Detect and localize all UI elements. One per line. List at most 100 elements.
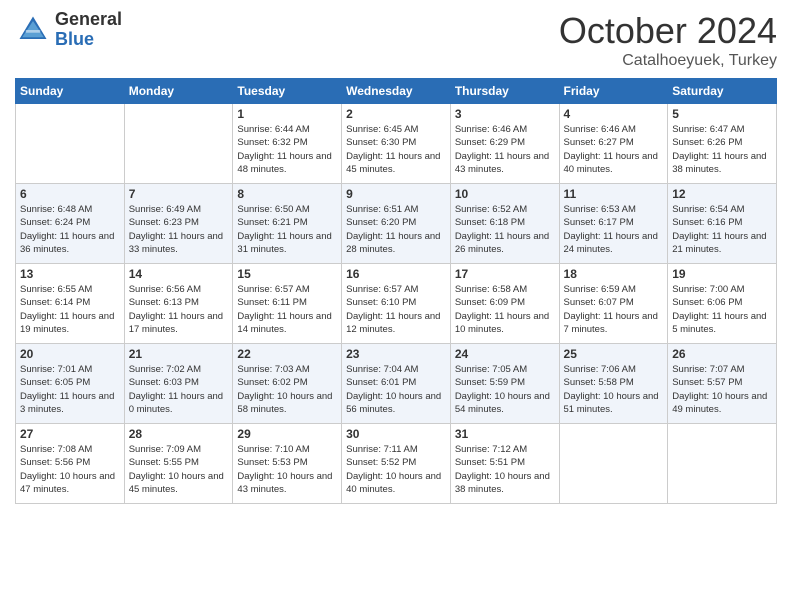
calendar-cell: 10Sunrise: 6:52 AM Sunset: 6:18 PM Dayli…	[450, 184, 559, 264]
day-info: Sunrise: 6:44 AM Sunset: 6:32 PM Dayligh…	[237, 123, 337, 176]
day-info: Sunrise: 6:57 AM Sunset: 6:11 PM Dayligh…	[237, 283, 337, 336]
day-info: Sunrise: 6:45 AM Sunset: 6:30 PM Dayligh…	[346, 123, 446, 176]
day-number: 26	[672, 347, 772, 361]
calendar-cell: 29Sunrise: 7:10 AM Sunset: 5:53 PM Dayli…	[233, 424, 342, 504]
calendar-cell: 19 Sunrise: 7:00 AM Sunset: 6:06 PM Dayli…	[668, 264, 777, 344]
calendar-cell	[124, 104, 233, 184]
day-info: Sunrise: 7:06 AM Sunset: 5:58 PM Dayligh…	[564, 363, 664, 416]
header: General Blue October 2024 Catalhoeyuek, …	[15, 10, 777, 70]
calendar-cell: 11Sunrise: 6:53 AM Sunset: 6:17 PM Dayli…	[559, 184, 668, 264]
day-number: 10	[455, 187, 555, 201]
calendar-cell: 14 Sunrise: 6:56 AM Sunset: 6:13 PM Dayli…	[124, 264, 233, 344]
day-info: Sunrise: 7:07 AM Sunset: 5:57 PM Dayligh…	[672, 363, 772, 416]
day-number: 2	[346, 107, 446, 121]
calendar-cell: 18 Sunrise: 6:59 AM Sunset: 6:07 PM Dayli…	[559, 264, 668, 344]
calendar-cell	[559, 424, 668, 504]
col-sunday: Sunday	[16, 79, 125, 104]
col-thursday: Thursday	[450, 79, 559, 104]
logo-blue-text: Blue	[55, 30, 122, 50]
day-number: 17	[455, 267, 555, 281]
day-number: 13	[20, 267, 120, 281]
calendar-cell: 16 Sunrise: 6:57 AM Sunset: 6:10 PM Dayli…	[342, 264, 451, 344]
day-info: Sunrise: 7:12 AM Sunset: 5:51 PM Dayligh…	[455, 443, 555, 496]
day-number: 3	[455, 107, 555, 121]
calendar-cell: 25 Sunrise: 7:06 AM Sunset: 5:58 PM Dayli…	[559, 344, 668, 424]
day-info: Sunrise: 6:50 AM Sunset: 6:21 PM Dayligh…	[237, 203, 337, 256]
month-title: October 2024	[559, 10, 777, 52]
calendar-cell: 27 Sunrise: 7:08 AM Sunset: 5:56 PM Dayli…	[16, 424, 125, 504]
calendar-cell: 12 Sunrise: 6:54 AM Sunset: 6:16 PM Dayli…	[668, 184, 777, 264]
day-info: Sunrise: 6:54 AM Sunset: 6:16 PM Dayligh…	[672, 203, 772, 256]
day-info: Sunrise: 7:11 AM Sunset: 5:52 PM Dayligh…	[346, 443, 446, 496]
day-info: Sunrise: 6:59 AM Sunset: 6:07 PM Dayligh…	[564, 283, 664, 336]
day-info: Sunrise: 6:46 AM Sunset: 6:27 PM Dayligh…	[564, 123, 664, 176]
day-number: 1	[237, 107, 337, 121]
calendar-cell: 31Sunrise: 7:12 AM Sunset: 5:51 PM Dayli…	[450, 424, 559, 504]
calendar-cell: 13Sunrise: 6:55 AM Sunset: 6:14 PM Dayli…	[16, 264, 125, 344]
day-info: Sunrise: 7:05 AM Sunset: 5:59 PM Dayligh…	[455, 363, 555, 416]
calendar-cell: 23Sunrise: 7:04 AM Sunset: 6:01 PM Dayli…	[342, 344, 451, 424]
calendar-cell: 5 Sunrise: 6:47 AM Sunset: 6:26 PM Daylig…	[668, 104, 777, 184]
day-info: Sunrise: 6:51 AM Sunset: 6:20 PM Dayligh…	[346, 203, 446, 256]
day-number: 28	[129, 427, 229, 441]
day-number: 8	[237, 187, 337, 201]
calendar-cell: 9 Sunrise: 6:51 AM Sunset: 6:20 PM Daylig…	[342, 184, 451, 264]
col-tuesday: Tuesday	[233, 79, 342, 104]
calendar-cell: 28 Sunrise: 7:09 AM Sunset: 5:55 PM Dayli…	[124, 424, 233, 504]
calendar-cell: 8 Sunrise: 6:50 AM Sunset: 6:21 PM Daylig…	[233, 184, 342, 264]
col-wednesday: Wednesday	[342, 79, 451, 104]
logo-icon	[15, 12, 51, 48]
calendar-cell: 22 Sunrise: 7:03 AM Sunset: 6:02 PM Dayli…	[233, 344, 342, 424]
logo-general-text: General	[55, 10, 122, 30]
day-info: Sunrise: 7:10 AM Sunset: 5:53 PM Dayligh…	[237, 443, 337, 496]
calendar-cell: 26 Sunrise: 7:07 AM Sunset: 5:57 PM Dayli…	[668, 344, 777, 424]
day-number: 27	[20, 427, 120, 441]
day-number: 5	[672, 107, 772, 121]
day-number: 30	[346, 427, 446, 441]
logo: General Blue	[15, 10, 122, 50]
day-info: Sunrise: 7:02 AM Sunset: 6:03 PM Dayligh…	[129, 363, 229, 416]
calendar-cell: 20Sunrise: 7:01 AM Sunset: 6:05 PM Dayli…	[16, 344, 125, 424]
calendar-week-3: 20Sunrise: 7:01 AM Sunset: 6:05 PM Dayli…	[16, 344, 777, 424]
day-number: 25	[564, 347, 664, 361]
calendar-week-0: 1 Sunrise: 6:44 AM Sunset: 6:32 PM Daylig…	[16, 104, 777, 184]
calendar-cell: 17 Sunrise: 6:58 AM Sunset: 6:09 PM Dayli…	[450, 264, 559, 344]
title-block: October 2024 Catalhoeyuek, Turkey	[559, 10, 777, 70]
day-info: Sunrise: 7:08 AM Sunset: 5:56 PM Dayligh…	[20, 443, 120, 496]
calendar-cell: 6Sunrise: 6:48 AM Sunset: 6:24 PM Daylig…	[16, 184, 125, 264]
calendar-cell: 1 Sunrise: 6:44 AM Sunset: 6:32 PM Daylig…	[233, 104, 342, 184]
calendar-cell	[668, 424, 777, 504]
day-number: 7	[129, 187, 229, 201]
day-info: Sunrise: 6:56 AM Sunset: 6:13 PM Dayligh…	[129, 283, 229, 336]
col-monday: Monday	[124, 79, 233, 104]
day-number: 20	[20, 347, 120, 361]
page: General Blue October 2024 Catalhoeyuek, …	[0, 0, 792, 612]
day-info: Sunrise: 6:47 AM Sunset: 6:26 PM Dayligh…	[672, 123, 772, 176]
calendar-cell: 7 Sunrise: 6:49 AM Sunset: 6:23 PM Daylig…	[124, 184, 233, 264]
col-saturday: Saturday	[668, 79, 777, 104]
day-info: Sunrise: 7:00 AM Sunset: 6:06 PM Dayligh…	[672, 283, 772, 336]
calendar-table: Sunday Monday Tuesday Wednesday Thursday…	[15, 78, 777, 504]
day-number: 12	[672, 187, 772, 201]
day-info: Sunrise: 7:09 AM Sunset: 5:55 PM Dayligh…	[129, 443, 229, 496]
day-info: Sunrise: 6:49 AM Sunset: 6:23 PM Dayligh…	[129, 203, 229, 256]
day-number: 9	[346, 187, 446, 201]
day-info: Sunrise: 6:57 AM Sunset: 6:10 PM Dayligh…	[346, 283, 446, 336]
day-number: 18	[564, 267, 664, 281]
day-number: 21	[129, 347, 229, 361]
day-info: Sunrise: 6:58 AM Sunset: 6:09 PM Dayligh…	[455, 283, 555, 336]
calendar-week-4: 27 Sunrise: 7:08 AM Sunset: 5:56 PM Dayli…	[16, 424, 777, 504]
day-info: Sunrise: 7:03 AM Sunset: 6:02 PM Dayligh…	[237, 363, 337, 416]
day-number: 22	[237, 347, 337, 361]
day-number: 19	[672, 267, 772, 281]
day-info: Sunrise: 6:46 AM Sunset: 6:29 PM Dayligh…	[455, 123, 555, 176]
day-number: 6	[20, 187, 120, 201]
calendar-week-2: 13Sunrise: 6:55 AM Sunset: 6:14 PM Dayli…	[16, 264, 777, 344]
day-number: 11	[564, 187, 664, 201]
day-number: 23	[346, 347, 446, 361]
day-number: 14	[129, 267, 229, 281]
day-number: 16	[346, 267, 446, 281]
calendar-cell: 15Sunrise: 6:57 AM Sunset: 6:11 PM Dayli…	[233, 264, 342, 344]
day-number: 24	[455, 347, 555, 361]
col-friday: Friday	[559, 79, 668, 104]
